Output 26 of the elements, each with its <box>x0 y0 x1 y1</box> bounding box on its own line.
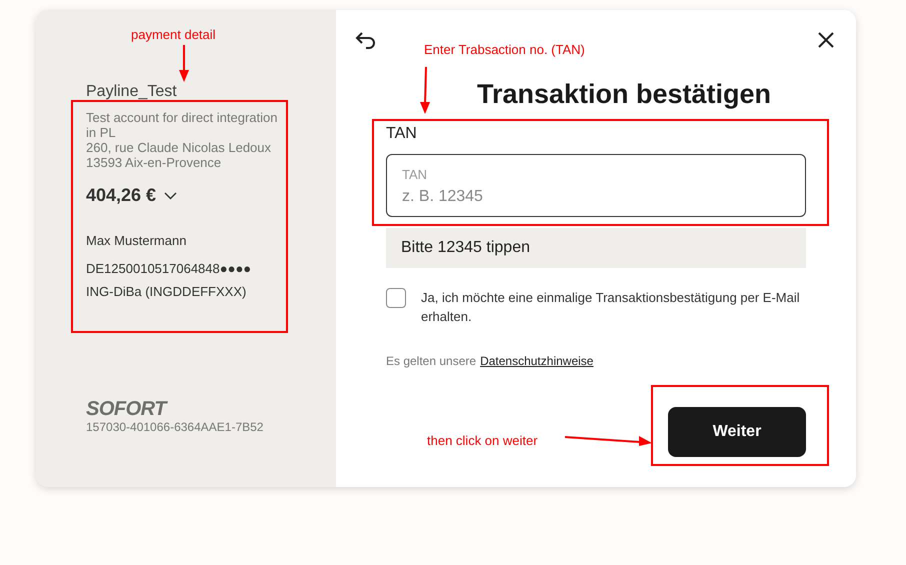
brand-logo: SOFORT <box>86 399 169 419</box>
payer-name: Max Mustermann <box>86 232 188 250</box>
transaction-reference: 157030-401066-6364AAE1-7B52 <box>86 419 264 435</box>
annotation-label: Enter Trabsaction no. (TAN) <box>424 41 585 59</box>
iban: DE1250010517064848●●●● <box>86 260 252 278</box>
page-title: Transaktion bestätigen <box>476 80 772 108</box>
field-label: TAN <box>386 124 418 144</box>
floating-label: TAN <box>402 167 428 183</box>
amount: 404,26 € <box>86 184 156 207</box>
annotation-label: then click on weiter <box>427 432 538 450</box>
merchant-address: Test account for direct integration in PL 260, rue Claude Nicolas Ledoux 13593 Aix-en-Provence <box>86 110 278 170</box>
close-icon[interactable] <box>817 31 835 49</box>
checkbox-label: Ja, ich möchte eine einmalige Transaktionsbestätigung per E-Mail erhalten. <box>421 289 801 326</box>
chevron-down-icon[interactable] <box>164 192 178 200</box>
privacy-link[interactable]: Datenschutzhinweise <box>480 352 594 370</box>
merchant-name: Payline_Test <box>86 82 178 102</box>
privacy-text: Es gelten unsere <box>386 353 476 370</box>
annotation-label: payment detail <box>131 26 216 44</box>
checkbox[interactable] <box>386 288 406 308</box>
bank-name: ING-DiBa (INGDDEFFXXX) <box>86 283 248 301</box>
annotation-arrow <box>179 45 189 82</box>
hint-text: Bitte 12345 tippen <box>386 228 806 268</box>
back-icon[interactable] <box>355 31 377 49</box>
text-input[interactable]: z. B. 12345 <box>402 185 790 209</box>
annotation-arrow <box>420 67 430 114</box>
continue-button[interactable]: Weiter <box>668 407 806 457</box>
